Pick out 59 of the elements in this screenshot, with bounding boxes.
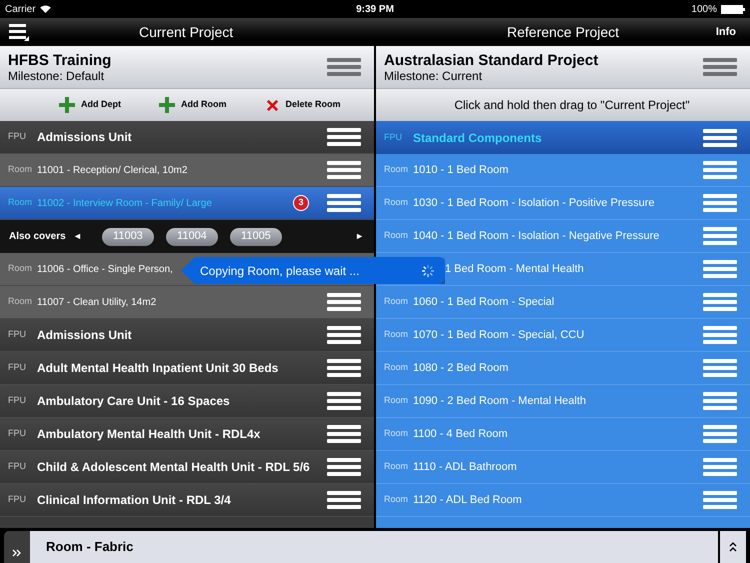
row-type: FPU <box>8 427 27 440</box>
also-covers-label: Also covers <box>9 230 67 244</box>
row-type: FPU <box>8 460 27 474</box>
row-title: 1 Bed Room - Mental Health <box>445 262 584 277</box>
row-title: Admissions Unit <box>37 129 132 146</box>
row-type: Room <box>384 295 410 308</box>
project-title: HFBS Training <box>8 52 112 68</box>
row-type: Room <box>384 328 410 342</box>
row-type: Room <box>8 295 34 308</box>
row-type: Room <box>384 493 410 506</box>
row-title: 1030 - 1 Bed Room - Isolation - Positive Pressure <box>413 196 655 211</box>
row-title: Admissions Unit <box>37 327 132 344</box>
toast-message: Copying Room, please wait ... <box>200 262 360 280</box>
row-type: Room <box>384 163 410 176</box>
row-title: 11007 - Clean Utility, 14m2 <box>37 296 156 310</box>
row-title: 1040 - 1 Bed Room - Isolation - Negative Pressure <box>413 228 660 244</box>
row-title: Clinical Information Unit - RDL 3/4 <box>37 492 231 509</box>
panel-title: Room - Fabric <box>46 538 134 556</box>
row-title: 1120 - ADL Bed Room <box>413 492 522 508</box>
clock: 9:39 PM <box>356 2 394 16</box>
row-title: Child & Adolescent Mental Health Unit - RDL 5/6 <box>37 459 310 476</box>
row-type: FPU <box>8 328 27 342</box>
row-title: 1100 - 4 Bed Room <box>413 426 508 442</box>
row-type: Room <box>8 262 34 276</box>
battery-label: 100% <box>691 2 717 16</box>
row-title: 11006 - Office - Single Person, <box>37 262 173 276</box>
row-title: 1070 - 1 Bed Room - Special, CCU <box>413 328 584 343</box>
row-title: 1080 - 2 Bed Room <box>413 360 508 376</box>
row-type: FPU <box>8 493 27 506</box>
row-title: 11001 - Reception/ Clerical, 10m2 <box>37 164 188 178</box>
row-type: Room <box>384 394 410 408</box>
row-title: Ambulatory Mental Health Unit - RDL4x <box>37 426 260 443</box>
row-type: Room <box>384 427 410 440</box>
drag-hint: Click and hold then drag to "Current Project" <box>453 97 690 114</box>
row-title: 1010 - 1 Bed Room <box>413 162 508 178</box>
row-title: 11002 - Interview Room - Family/ Large <box>37 196 212 210</box>
row-type: Room <box>384 229 410 242</box>
row-type: Room <box>384 361 410 374</box>
row-type: FPU <box>384 130 403 144</box>
count-badge: 3 <box>293 195 309 211</box>
row-type: Room <box>384 196 410 210</box>
right-title: Reference Project <box>507 22 620 42</box>
row-title: 1110 - ADL Bathroom <box>413 460 517 475</box>
row-type: Room <box>8 196 34 210</box>
milestone-label: Milestone: Current <box>384 68 484 82</box>
row-type: FPU <box>8 361 27 374</box>
row-type: FPU <box>8 394 27 408</box>
row-type: FPU <box>8 130 27 144</box>
project-title: Australasian Standard Project <box>384 52 598 68</box>
row-title: Adult Mental Health Inpatient Unit 30 Beds <box>37 360 278 377</box>
left-title: Current Project <box>139 22 234 42</box>
row-title: 1090 - 2 Bed Room - Mental Health <box>413 394 586 409</box>
row-title: Standard Components <box>413 130 542 146</box>
row-title: Ambulatory Care Unit - 16 Spaces <box>37 393 230 410</box>
row-type: Room <box>384 460 410 474</box>
milestone-label: Milestone: Default <box>8 68 106 82</box>
row-type: Room <box>8 163 34 176</box>
row-title: 1060 - 1 Bed Room - Special <box>413 294 554 310</box>
carrier-label: Carrier <box>5 2 36 16</box>
